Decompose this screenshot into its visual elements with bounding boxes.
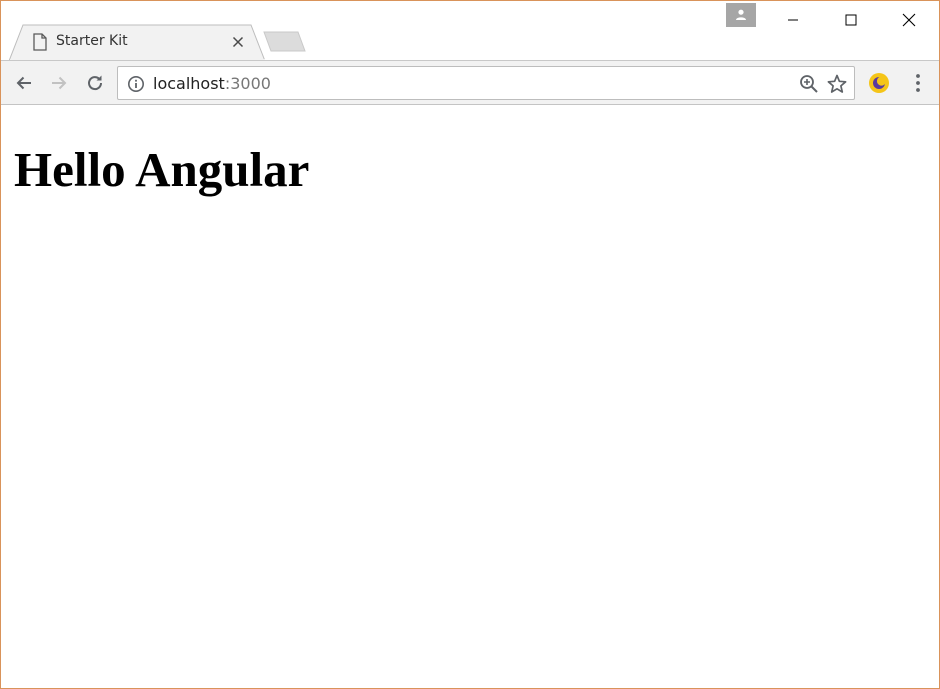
- address-bar[interactable]: localhost:3000: [117, 66, 855, 100]
- new-tab-icon[interactable]: [261, 31, 307, 53]
- forward-arrow-icon[interactable]: [45, 69, 73, 97]
- url-host: localhost: [153, 74, 225, 93]
- browser-toolbar: localhost:3000: [1, 60, 939, 105]
- info-icon[interactable]: [127, 75, 145, 93]
- person-icon[interactable]: [726, 3, 756, 27]
- reload-icon[interactable]: [81, 69, 109, 97]
- star-icon[interactable]: [826, 73, 848, 95]
- kebab-menu-icon[interactable]: [904, 69, 932, 97]
- minimize-icon[interactable]: [764, 1, 822, 39]
- page-heading: Hello Angular: [14, 142, 310, 197]
- url-port: :3000: [224, 74, 271, 93]
- night-mode-extension-icon[interactable]: [865, 69, 893, 97]
- tab-title: Starter Kit: [56, 33, 128, 49]
- close-icon[interactable]: [229, 33, 247, 51]
- url-text: localhost:3000: [153, 73, 271, 95]
- close-icon[interactable]: [880, 1, 938, 39]
- browser-window: Starter Kit localhost:3000 Hello Angular: [0, 0, 940, 689]
- back-arrow-icon[interactable]: [10, 69, 38, 97]
- maximize-icon[interactable]: [822, 1, 880, 39]
- title-bar: Starter Kit: [1, 1, 939, 61]
- page-icon: [32, 33, 48, 51]
- tab-starter-kit[interactable]: Starter Kit: [9, 24, 267, 61]
- zoom-icon[interactable]: [798, 73, 820, 95]
- page-content: Hello Angular: [1, 105, 939, 688]
